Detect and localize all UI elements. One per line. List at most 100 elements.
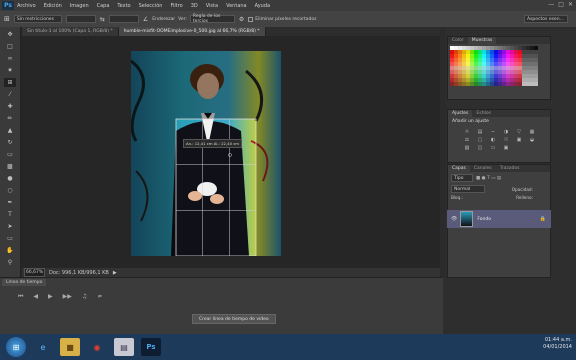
transition-icon[interactable]: ≠ [97,293,102,301]
gear-icon[interactable]: ⚙ [239,16,244,23]
hue-icon[interactable]: ▦ [528,129,536,135]
chrome-icon[interactable]: ◉ [87,338,107,356]
gradient-map-icon[interactable]: ▭ [489,145,497,151]
curves-icon[interactable]: ∽ [489,129,497,135]
menu-edicion[interactable]: Edición [44,3,62,9]
timeline-tab[interactable]: Línea de tiempo [2,279,47,286]
straighten-icon[interactable]: ∠ [143,16,148,23]
vibrance-icon[interactable]: ▽ [515,129,523,135]
eyedropper-tool-icon[interactable]: ⁄ [4,90,16,99]
color-balance-icon[interactable]: ⚖ [463,137,471,143]
hand-tool-icon[interactable]: ✋ [4,246,16,255]
next-frame-icon[interactable]: ▶▶ [63,293,72,301]
crop-width-field[interactable] [65,15,96,23]
eraser-tool-icon[interactable]: ▭ [4,150,16,159]
swap-icon[interactable]: ⇆ [100,16,105,23]
layer-row-fondo[interactable]: 👁 Fondo 🔒 [447,210,551,228]
windows-start-icon[interactable]: ⊞ [6,337,26,357]
menu-archivo[interactable]: Archivo [17,3,36,9]
menu-3d[interactable]: 3D [191,3,198,9]
brush-tool-icon[interactable]: ✏ [4,114,16,123]
tab-untitled[interactable]: Sin título-1 al 100% (Capa 1, RGB/8) * [22,27,119,36]
overlay-select[interactable]: Regla de los tercios [189,14,235,24]
menu-seleccion[interactable]: Selección [139,3,163,9]
menu-bar: Ps Archivo Edición Imagen Capa Texto Sel… [0,0,576,11]
create-video-timeline-button[interactable]: Crear línea de tiempo de vídeo [192,314,276,324]
swatch-cell[interactable] [534,82,538,86]
selective-color-icon[interactable]: ▣ [502,145,510,151]
menu-texto[interactable]: Texto [117,3,130,9]
doc-size: Doc: 996,1 KB/996,1 KB [49,269,109,276]
first-frame-icon[interactable]: ⏮ [18,293,23,301]
audio-icon[interactable]: ♫ [82,293,87,301]
black-white-icon[interactable]: ▢ [476,137,484,143]
delete-cropped-checkbox[interactable] [248,16,254,22]
invert-icon[interactable]: ◒ [528,137,536,143]
brightness-icon[interactable]: ☼ [463,129,471,135]
menu-vista[interactable]: Vista [206,3,218,9]
healing-tool-icon[interactable]: ✚ [4,102,16,111]
tab-styles[interactable]: Estilos [472,111,495,116]
move-tool-icon[interactable]: ✥ [4,30,16,39]
minimize-icon[interactable]: — [548,1,554,8]
close-icon[interactable]: ✕ [568,1,573,8]
status-arrow-icon[interactable]: ▶ [113,270,117,276]
file-explorer-icon[interactable]: ■ [60,338,80,356]
tab-photo[interactable]: humble-misfit-OOMEimplosive-0_500.jpg al… [118,27,266,36]
tab-swatches[interactable]: Muestras [467,37,497,44]
crop-tool-icon[interactable]: ⊞ [4,78,16,87]
shape-tool-icon[interactable]: ▭ [4,234,16,243]
workspace-select[interactable]: Aspectos esen... [524,15,568,23]
internet-explorer-icon[interactable]: e [33,338,53,356]
color-lookup-icon[interactable]: ▣ [515,137,523,143]
type-tool-icon[interactable]: T [4,210,16,219]
zoom-tool-icon[interactable]: ⚲ [4,258,16,267]
filter-icons[interactable]: ■ ● T ▭ ▤ [476,176,501,181]
channel-mixer-icon[interactable]: ☉ [502,137,510,143]
lasso-tool-icon[interactable]: ∞ [4,54,16,63]
tab-color[interactable]: Color [448,38,468,43]
enderezar-label[interactable]: Enderezar [152,17,175,22]
prev-frame-icon[interactable]: ◀ [33,293,38,301]
play-icon[interactable]: ▶ [48,293,53,301]
quick-select-tool-icon[interactable]: ✷ [4,66,16,75]
clock-time[interactable]: 01:44 a.m. [543,337,572,344]
pen-tool-icon[interactable]: ✒ [4,198,16,207]
crop-tool-icon[interactable]: ⊞ [4,15,10,23]
menu-filtro[interactable]: Filtro [170,3,182,9]
menu-ventana[interactable]: Ventana [226,3,247,9]
gradient-tool-icon[interactable]: ▩ [4,162,16,171]
windows-explorer-icon[interactable]: ▤ [114,338,134,356]
blur-tool-icon[interactable]: ● [4,174,16,183]
menu-capa[interactable]: Capa [97,3,110,9]
tab-channels[interactable]: Canales [470,166,496,171]
menu-imagen[interactable]: Imagen [70,3,89,9]
eye-icon[interactable]: 👁 [451,216,457,222]
path-select-tool-icon[interactable]: ➤ [4,222,16,231]
layer-kind-filter[interactable]: Tipo [451,174,473,182]
dodge-tool-icon[interactable]: ○ [4,186,16,195]
zoom-field[interactable]: 66,67% [24,268,45,277]
tab-paths[interactable]: Trazados [496,166,524,171]
photoshop-taskbar-icon[interactable]: Ps [141,338,161,356]
layers-tabs: Capas Canales Trazados [448,165,550,172]
crop-ratio-select[interactable]: Sin restricciones [13,15,62,23]
document-tabs: Sin título-1 al 100% (Capa 1, RGB/8) * h… [22,27,440,36]
restore-icon[interactable]: □ [558,1,564,8]
history-brush-tool-icon[interactable]: ↻ [4,138,16,147]
document-image[interactable]: An.: 12,41 cm Al.: 22,40 cm [131,51,281,256]
posterize-icon[interactable]: ▧ [463,145,471,151]
tab-adjustments[interactable]: Ajustes [448,110,473,117]
fill-label: Relleno: [516,195,533,200]
stamp-tool-icon[interactable]: ▲ [4,126,16,135]
crop-height-field[interactable] [108,15,139,23]
blend-mode-select[interactable]: Normal [451,185,485,193]
levels-icon[interactable]: ▤ [476,129,484,135]
tab-layers[interactable]: Capas [448,165,470,172]
threshold-icon[interactable]: ◫ [476,145,484,151]
photo-filter-icon[interactable]: ◐ [489,137,497,143]
exposure-icon[interactable]: ◑ [502,129,510,135]
marquee-tool-icon[interactable]: □ [4,42,16,51]
menu-ayuda[interactable]: Ayuda [255,3,270,9]
clock-date[interactable]: 04/01/2014 [543,344,572,351]
